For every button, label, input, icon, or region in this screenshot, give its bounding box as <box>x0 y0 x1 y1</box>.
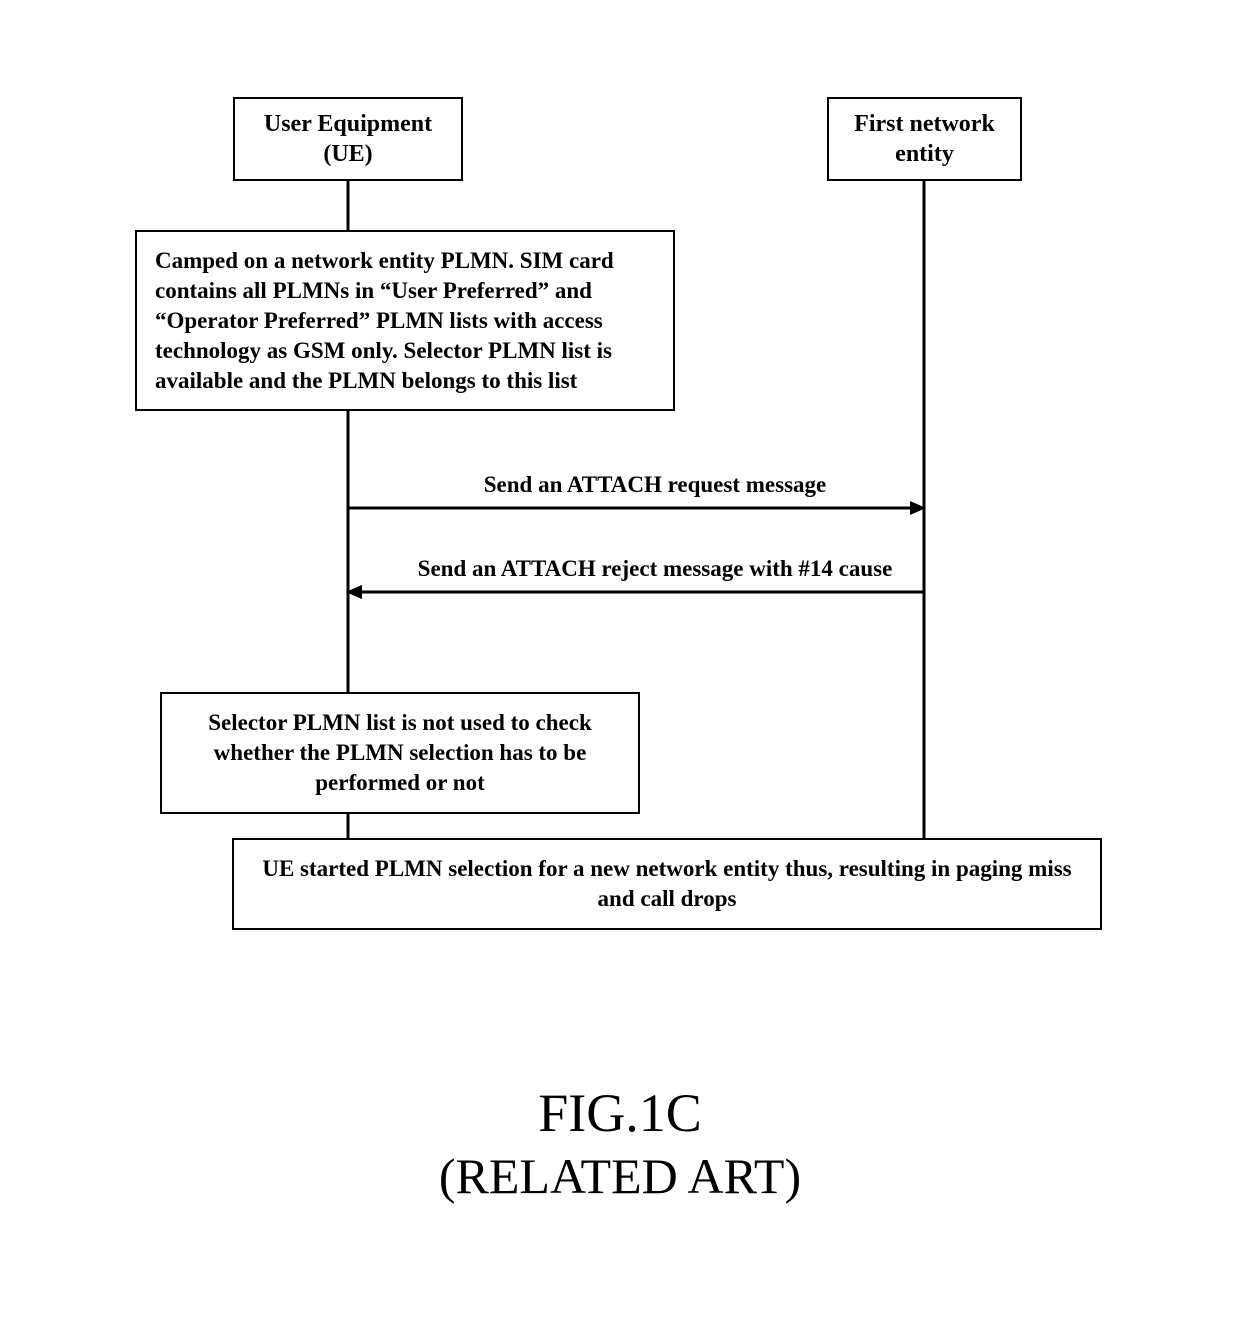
ue-header-label: User Equipment (UE) <box>264 111 432 167</box>
message-attach-reject: Send an ATTACH reject message with #14 c… <box>305 556 1005 582</box>
network-header-box: First network entity <box>827 97 1022 181</box>
message-attach-request-text: Send an ATTACH request message <box>484 472 826 497</box>
state-selector-text: Selector PLMN list is not used to check … <box>208 710 592 795</box>
figure-title: FIG.1C <box>0 1082 1240 1144</box>
network-header-label: First network entity <box>854 111 995 167</box>
state-camped-box: Camped on a network entity PLMN. SIM car… <box>135 230 675 411</box>
state-result-box: UE started PLMN selection for a new netw… <box>232 838 1102 930</box>
state-camped-text: Camped on a network entity PLMN. SIM car… <box>155 248 614 393</box>
message-attach-reject-text: Send an ATTACH reject message with #14 c… <box>418 556 893 581</box>
state-result-text: UE started PLMN selection for a new netw… <box>262 856 1071 911</box>
figure-title-text: FIG.1C <box>538 1083 702 1143</box>
sequence-diagram: User Equipment (UE) First network entity… <box>0 0 1240 1337</box>
message-attach-request: Send an ATTACH request message <box>305 472 1005 498</box>
figure-subtitle: (RELATED ART) <box>0 1147 1240 1205</box>
figure-subtitle-text: (RELATED ART) <box>439 1148 801 1204</box>
state-selector-box: Selector PLMN list is not used to check … <box>160 692 640 814</box>
ue-header-box: User Equipment (UE) <box>233 97 463 181</box>
